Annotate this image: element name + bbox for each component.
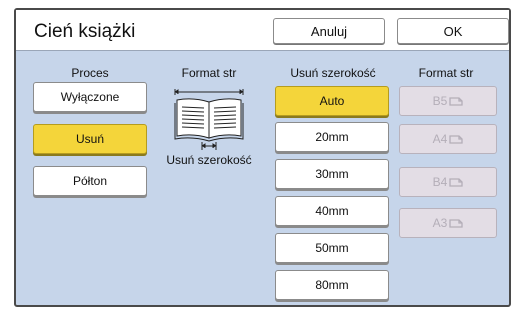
book-shadow-dialog: Cień książki Anuluj OK Proces Format str… xyxy=(14,8,511,307)
book-gutter-icon xyxy=(174,89,244,150)
width-80mm-button[interactable]: 80mm xyxy=(275,270,389,300)
landscape-paper-icon xyxy=(449,218,463,228)
process-halftone-button[interactable]: Półton xyxy=(33,166,147,196)
paper-size-label: A3 xyxy=(432,216,448,230)
cancel-button[interactable]: Anuluj xyxy=(273,18,385,44)
paper-size-label: B5 xyxy=(432,94,448,108)
width-auto-button[interactable]: Auto xyxy=(275,86,389,116)
dialog-header: Cień książki Anuluj OK xyxy=(16,10,509,51)
width-40mm-button[interactable]: 40mm xyxy=(275,196,389,226)
dialog-title: Cień książki xyxy=(34,21,136,42)
width-20mm-button[interactable]: 20mm xyxy=(275,122,389,152)
format-header-right: Format str xyxy=(418,66,474,80)
paper-size-label: A4 xyxy=(432,132,448,146)
process-header: Proces xyxy=(71,66,109,80)
ok-button[interactable]: OK xyxy=(397,18,509,44)
landscape-paper-icon xyxy=(449,177,463,187)
format-header-left: Format str xyxy=(181,66,237,80)
erase-width-header: Usuń szerokość xyxy=(290,66,376,80)
paper-a3-button[interactable]: A3 xyxy=(399,208,497,238)
book-erase-label: Usuń szerokość xyxy=(166,153,252,167)
landscape-paper-icon xyxy=(449,96,463,106)
width-50mm-button[interactable]: 50mm xyxy=(275,233,389,263)
paper-size-label: B4 xyxy=(432,175,448,189)
process-off-button[interactable]: Wyłączone xyxy=(33,82,147,112)
paper-b4-button[interactable]: B4 xyxy=(399,167,497,197)
process-erase-button[interactable]: Usuń xyxy=(33,124,147,154)
paper-b5-button[interactable]: B5 xyxy=(399,86,497,116)
paper-a4-button[interactable]: A4 xyxy=(399,124,497,154)
landscape-paper-icon xyxy=(449,134,463,144)
width-30mm-button[interactable]: 30mm xyxy=(275,159,389,189)
